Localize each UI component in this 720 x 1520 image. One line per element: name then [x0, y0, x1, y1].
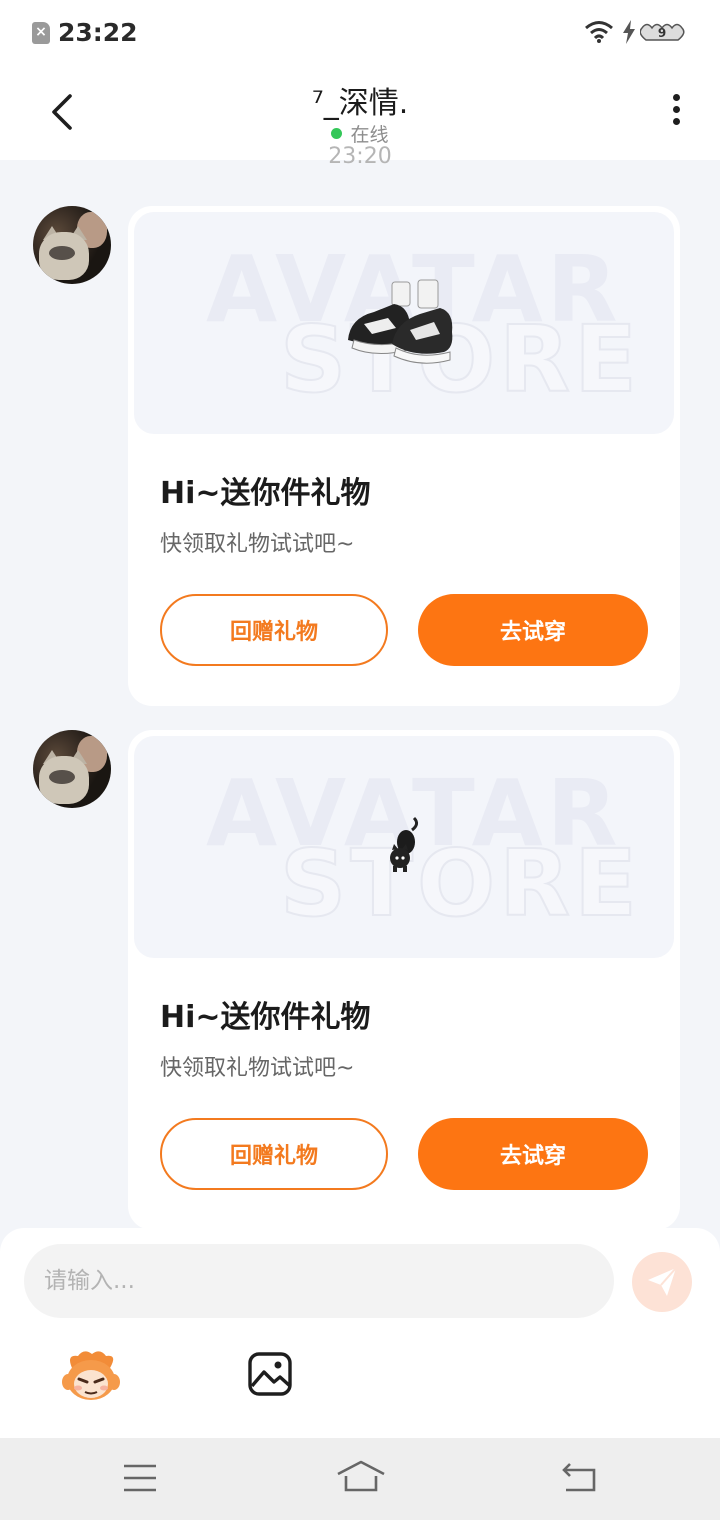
watermark-store: STORE — [279, 305, 641, 414]
gift-image[interactable]: AVATAR STORE — [134, 736, 674, 958]
status-bar: × 23:22 9 — [0, 0, 720, 64]
contact-name: ⁷_深情. — [311, 86, 409, 121]
cat-figure-gift-icon — [390, 816, 419, 872]
online-dot-icon — [331, 128, 343, 139]
gift-image[interactable]: AVATAR STORE — [134, 212, 674, 434]
sneakers-gift-icon — [348, 279, 453, 364]
composer-panel — [0, 1228, 720, 1438]
online-status: 在线 — [0, 120, 720, 147]
avatar[interactable] — [33, 730, 111, 808]
message-timestamp: 23:20 — [328, 144, 392, 169]
battery-level: 9 — [658, 26, 666, 40]
gift-title: Hi~送你件礼物 — [160, 1000, 371, 1035]
more-icon[interactable] — [668, 94, 684, 132]
back-nav-icon[interactable] — [560, 1462, 600, 1494]
wifi-icon — [585, 21, 613, 43]
message-input[interactable] — [24, 1244, 614, 1318]
mascot-icon[interactable] — [62, 1348, 120, 1404]
battery-icon: 9 — [640, 23, 685, 41]
try-on-button[interactable]: 去试穿 — [418, 594, 648, 666]
status-time: 23:22 — [58, 18, 138, 47]
try-on-button[interactable]: 去试穿 — [418, 1118, 648, 1190]
menu-icon[interactable] — [122, 1462, 158, 1494]
send-button[interactable] — [632, 1252, 692, 1312]
gift-card: AVATAR STORE Hi~送你件礼物 快领取礼物试试吧~ 回赠礼物 去试穿 — [128, 730, 680, 1230]
charging-icon — [623, 20, 635, 44]
sim-off-icon: × — [32, 22, 50, 44]
watermark-store: STORE — [279, 829, 641, 938]
gift-card: AVATAR STORE Hi~送你件礼物 快领取礼物试试吧~ 回赠礼物 去试穿 — [128, 206, 680, 706]
return-gift-button[interactable]: 回赠礼物 — [160, 1118, 388, 1190]
online-status-label: 在线 — [350, 124, 389, 146]
home-icon[interactable] — [336, 1460, 386, 1496]
return-gift-button[interactable]: 回赠礼物 — [160, 594, 388, 666]
system-nav-bar — [0, 1438, 720, 1520]
image-icon[interactable] — [246, 1350, 294, 1398]
gift-subtitle: 快领取礼物试试吧~ — [160, 1056, 355, 1081]
send-icon — [648, 1267, 677, 1296]
avatar[interactable] — [33, 206, 111, 284]
gift-subtitle: 快领取礼物试试吧~ — [160, 532, 355, 557]
gift-title: Hi~送你件礼物 — [160, 476, 371, 511]
